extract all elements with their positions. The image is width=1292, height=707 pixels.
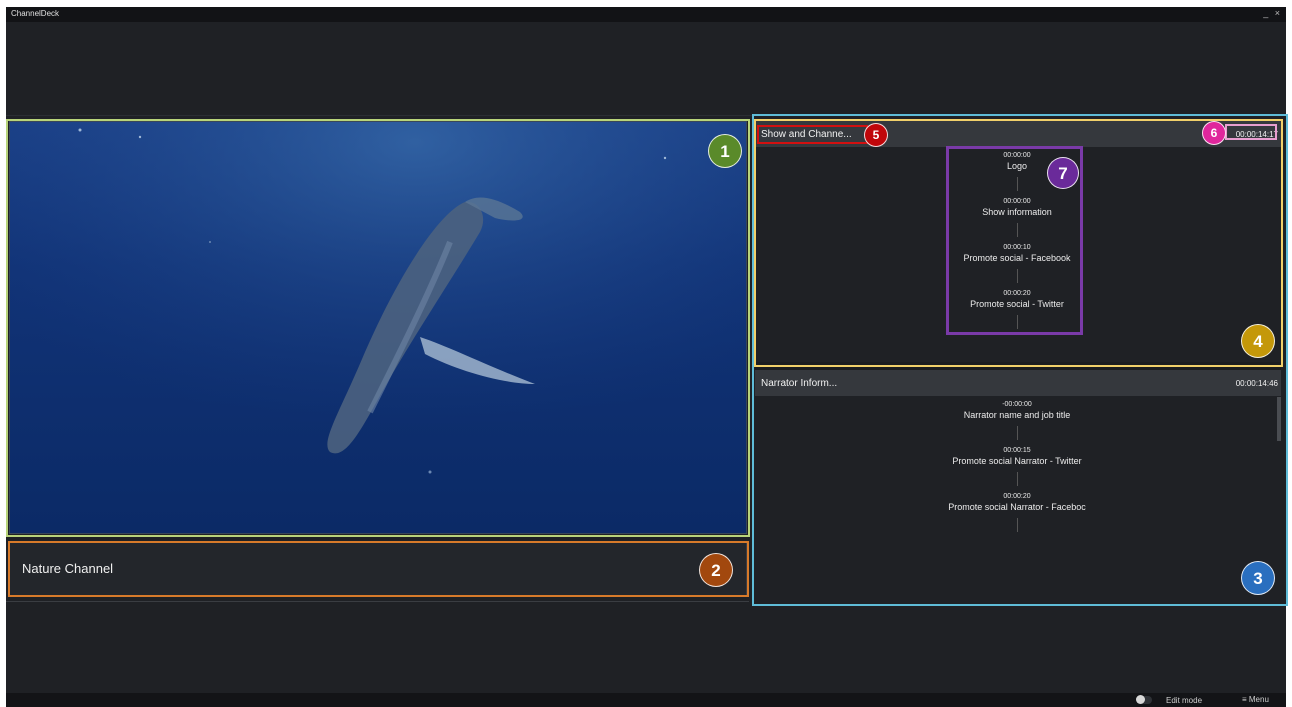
timeline-label: Promote social - Twitter bbox=[970, 299, 1064, 309]
annotation-badge-2: 2 bbox=[699, 553, 733, 587]
title-bar: ChannelDeck _ × bbox=[6, 7, 1286, 22]
app-title: ChannelDeck bbox=[11, 9, 60, 18]
timeline-connector bbox=[1016, 315, 1018, 329]
timeline-label: Promote social - Facebook bbox=[963, 253, 1071, 263]
status-bar: Edit mode ≡ Menu bbox=[6, 693, 1286, 707]
timeline-time: 00:00:00 bbox=[1003, 152, 1031, 159]
narrator-panel: Narrator Inform... 00:00:14:46 -00:00:00… bbox=[755, 370, 1281, 601]
scrollbar[interactable] bbox=[1277, 397, 1281, 441]
edit-mode-label: Edit mode bbox=[1166, 696, 1203, 705]
channel-bar[interactable]: Nature Channel bbox=[9, 542, 747, 596]
timeline-time: -00:00:00 bbox=[1002, 401, 1032, 408]
narrator-panel-duration: 00:00:14:46 bbox=[1235, 379, 1278, 388]
narrator-timeline: -00:00:00 Narrator name and job title 00… bbox=[907, 400, 1127, 538]
timeline-label: Promote social Narrator - Twitter bbox=[952, 456, 1082, 466]
toggle-knob-icon bbox=[1136, 695, 1145, 704]
timeline-time: 00:00:15 bbox=[1003, 447, 1031, 454]
bottom-divider bbox=[6, 601, 749, 602]
timeline-item[interactable]: 00:00:15 Promote social Narrator - Twitt… bbox=[907, 446, 1127, 492]
timeline-item[interactable]: 00:00:20 Promote social Narrator - Faceb… bbox=[907, 492, 1127, 538]
timeline-item[interactable]: 00:00:10 Promote social - Facebook bbox=[907, 243, 1127, 289]
timeline-connector bbox=[1016, 177, 1018, 191]
timeline-time: 00:00:10 bbox=[1003, 244, 1031, 251]
annotation-badge-4: 4 bbox=[1241, 324, 1275, 358]
annotation-badge-7: 7 bbox=[1047, 157, 1079, 189]
whale-video-icon bbox=[10, 122, 746, 533]
window-controls[interactable]: _ × bbox=[1263, 8, 1282, 18]
timeline-connector bbox=[1016, 223, 1018, 237]
timeline-label: Show information bbox=[982, 207, 1052, 217]
timeline-connector bbox=[1016, 426, 1018, 440]
panel-divider bbox=[755, 362, 1281, 370]
narrator-panel-header[interactable]: Narrator Inform... 00:00:14:46 bbox=[755, 370, 1281, 396]
annotation-badge-6: 6 bbox=[1202, 121, 1226, 145]
top-divider bbox=[6, 115, 1286, 116]
timeline-item[interactable]: 00:00:20 Promote social - Twitter bbox=[907, 289, 1127, 335]
show-panel-duration: 00:00:14:17 bbox=[1235, 130, 1278, 139]
annotation-badge-5: 5 bbox=[864, 123, 888, 147]
timeline-label: Narrator name and job title bbox=[963, 410, 1071, 420]
app-window: ChannelDeck _ × Nature Channel Show and … bbox=[6, 7, 1286, 707]
narrator-panel-title: Narrator Inform... bbox=[761, 378, 838, 389]
show-timeline: 00:00:00 Logo 00:00:00 Show information … bbox=[907, 151, 1127, 335]
timeline-time: 00:00:20 bbox=[1003, 493, 1031, 500]
annotation-badge-3: 3 bbox=[1241, 561, 1275, 595]
timeline-time: 00:00:20 bbox=[1003, 290, 1031, 297]
timeline-label: Logo bbox=[1006, 161, 1028, 171]
timeline-connector bbox=[1016, 269, 1018, 283]
menu-button[interactable]: ≡ Menu bbox=[1242, 695, 1269, 704]
annotation-badge-1: 1 bbox=[708, 134, 742, 168]
timeline-connector bbox=[1016, 518, 1018, 532]
timeline-label: Promote social Narrator - Faceboc bbox=[948, 502, 1086, 512]
timeline-item[interactable]: 00:00:00 Logo bbox=[907, 151, 1127, 197]
timeline-item[interactable]: 00:00:00 Show information bbox=[907, 197, 1127, 243]
timeline-item[interactable]: -00:00:00 Narrator name and job title bbox=[907, 400, 1127, 446]
timeline-time: 00:00:00 bbox=[1003, 198, 1031, 205]
show-panel: Show and Channe... 00:00:14:17 00:00:00 … bbox=[755, 121, 1281, 362]
video-preview[interactable] bbox=[9, 121, 747, 534]
channel-name: Nature Channel bbox=[22, 561, 114, 576]
timeline-connector bbox=[1016, 472, 1018, 486]
show-panel-title: Show and Channe... bbox=[761, 129, 852, 140]
